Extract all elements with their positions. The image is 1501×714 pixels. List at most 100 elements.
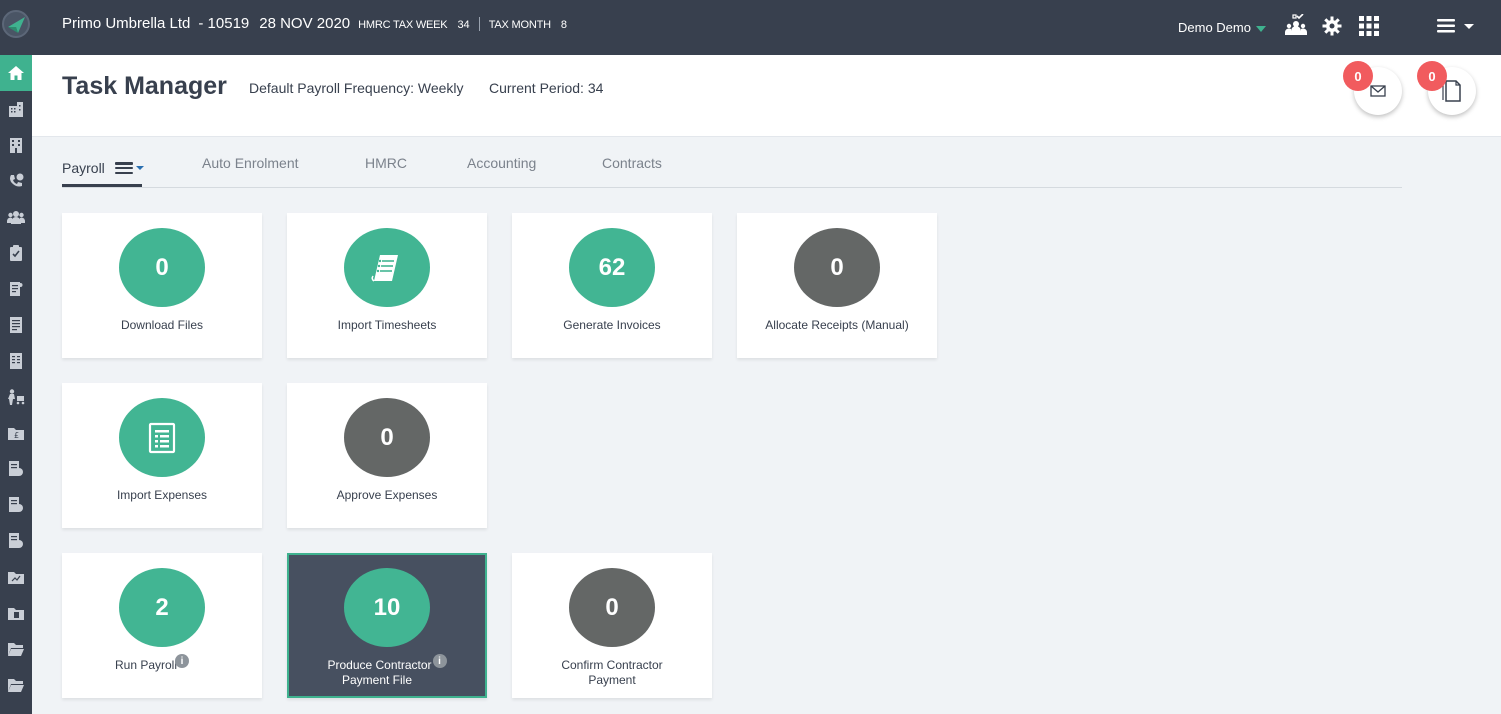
task-count: 0 (794, 228, 880, 307)
task-card-download-files[interactable]: 0 Download Files (62, 213, 262, 358)
divider (478, 16, 480, 31)
tab-auto-enrolment[interactable]: Auto Enrolment (202, 155, 299, 171)
task-label: Download Files (120, 318, 204, 332)
sidebar-item-invoices[interactable] (0, 343, 32, 379)
company-code: - 10519 (198, 15, 250, 32)
task-label: Import Timesheets (337, 318, 437, 332)
apps-grid-icon[interactable] (1356, 13, 1382, 39)
hamburger-icon[interactable] (114, 162, 133, 174)
sidebar-item-folder-archive[interactable] (0, 667, 32, 703)
info-icon[interactable]: i (175, 654, 190, 668)
task-label-wrap: Confirm Contractor Payment (512, 658, 712, 688)
sidebar-item-file-settings[interactable] (0, 487, 32, 523)
tab-payroll[interactable]: Payroll (62, 154, 144, 182)
sidebar-item-folder-chart[interactable] (0, 559, 32, 595)
folder-archive-icon (8, 679, 24, 692)
page-header: Task Manager Default Payroll Frequency: … (32, 55, 1501, 137)
task-count: 2 (119, 568, 205, 647)
task-label: Approve Expenses (336, 488, 438, 502)
main-menu-button[interactable] (1436, 13, 1476, 39)
folder-pound-icon: £ (8, 428, 24, 440)
user-name: Demo Demo (1178, 20, 1251, 35)
task-count: 62 (569, 228, 655, 307)
task-card-import-timesheets[interactable]: Import Timesheets (287, 213, 487, 358)
task-label-line2: Payment File (341, 673, 413, 687)
task-card-produce-contractor-payment-file[interactable]: 10 Produce Contractor i Payment File (287, 553, 487, 698)
info-icon[interactable]: i (432, 654, 447, 668)
hamburger-icon (1437, 19, 1474, 33)
folder-open-icon (8, 643, 24, 656)
office-building-icon (10, 138, 22, 153)
task-label-wrap: Run Payroll i (52, 654, 252, 673)
app-logo[interactable] (0, 4, 32, 44)
tax-week-value: 34 (457, 19, 470, 31)
sidebar-item-contractors[interactable] (0, 199, 32, 235)
file-pound-icon (9, 461, 23, 476)
folder-chart-icon (8, 572, 24, 584)
page-title: Task Manager (62, 72, 227, 100)
logo-icon (2, 10, 30, 38)
tab-hmrc[interactable]: HMRC (365, 155, 407, 171)
home-icon (8, 66, 24, 80)
tax-month-value: 8 (560, 19, 567, 31)
sidebar-item-reports[interactable] (0, 307, 32, 343)
folder-document-icon (8, 608, 24, 620)
task-count: 10 (344, 568, 430, 647)
company-info: Primo Umbrella Ltd - 10519 28 NOV 2020 H… (62, 15, 567, 32)
chevron-down-icon (1255, 25, 1266, 32)
sidebar-item-tasks[interactable] (0, 235, 32, 271)
task-label-wrap: Produce Contractor i Payment File (287, 654, 487, 688)
top-bar: Primo Umbrella Ltd - 10519 28 NOV 2020 H… (0, 0, 1501, 55)
file-info-icon (9, 533, 23, 548)
sidebar-item-folder-money[interactable]: £ (0, 415, 32, 451)
sidebar-item-agencies[interactable] (0, 127, 32, 163)
documents-count-badge: 0 (1417, 61, 1447, 91)
gear-icon[interactable] (1319, 13, 1345, 39)
sidebar-item-support[interactable] (0, 163, 32, 199)
file-gear-icon (9, 497, 23, 512)
sidebar-item-folder-open[interactable] (0, 631, 32, 667)
envelope-icon (1370, 85, 1386, 97)
sidebar-item-file-pound[interactable] (0, 451, 32, 487)
task-label: Generate Invoices (563, 318, 661, 332)
chevron-down-icon (135, 166, 144, 170)
current-period: Current Period: 34 (489, 80, 604, 96)
tab-accounting[interactable]: Accounting (467, 155, 536, 171)
tab-contracts[interactable]: Contracts (602, 155, 662, 171)
tab-bar: Payroll Auto Enrolment HMRC Accounting C… (62, 150, 1402, 188)
active-tab-indicator (62, 184, 142, 187)
sidebar-item-folder-docs[interactable] (0, 595, 32, 631)
task-label-line1: Confirm Contractor (561, 658, 663, 672)
user-menu[interactable]: Demo Demo (1178, 20, 1266, 35)
company-name: Primo Umbrella Ltd (62, 15, 191, 32)
task-icon-circle (119, 398, 205, 477)
document-edit-icon (10, 282, 23, 296)
task-label-line2: Payment (588, 673, 636, 687)
task-card-allocate-receipts[interactable]: 0 Allocate Receipts (Manual) (737, 213, 937, 358)
payroll-frequency: Default Payroll Frequency: Weekly (249, 80, 464, 96)
tax-month-label: TAX MONTH (488, 19, 551, 31)
sidebar-item-payments[interactable] (0, 379, 32, 415)
building-icon (9, 102, 23, 117)
timesheet-icon (371, 254, 398, 282)
task-card-confirm-contractor-payment[interactable]: 0 Confirm Contractor Payment (512, 553, 712, 698)
task-card-run-payroll[interactable]: 2 Run Payroll i (62, 553, 262, 698)
sidebar-item-documents[interactable] (0, 271, 32, 307)
task-label: Allocate Receipts (Manual) (765, 318, 909, 332)
people-group-icon (7, 211, 25, 224)
svg-text:£: £ (14, 431, 19, 440)
task-label-line1: Produce Contractor (327, 658, 432, 672)
clipboard-check-icon (10, 245, 22, 261)
sidebar-item-companies[interactable] (0, 91, 32, 127)
task-card-import-expenses[interactable]: Import Expenses (62, 383, 262, 528)
task-card-approve-expenses[interactable]: 0 Approve Expenses (287, 383, 487, 528)
messages-count-badge: 0 (1343, 61, 1373, 91)
sidebar-item-file-info[interactable] (0, 523, 32, 559)
sidebar: £ (0, 55, 32, 714)
team-tasks-icon[interactable] (1283, 13, 1309, 39)
sidebar-item-home[interactable] (0, 55, 32, 91)
task-label: Import Expenses (116, 488, 208, 502)
task-icon-circle (344, 228, 430, 307)
task-card-generate-invoices[interactable]: 62 Generate Invoices (512, 213, 712, 358)
task-count: 0 (344, 398, 430, 477)
